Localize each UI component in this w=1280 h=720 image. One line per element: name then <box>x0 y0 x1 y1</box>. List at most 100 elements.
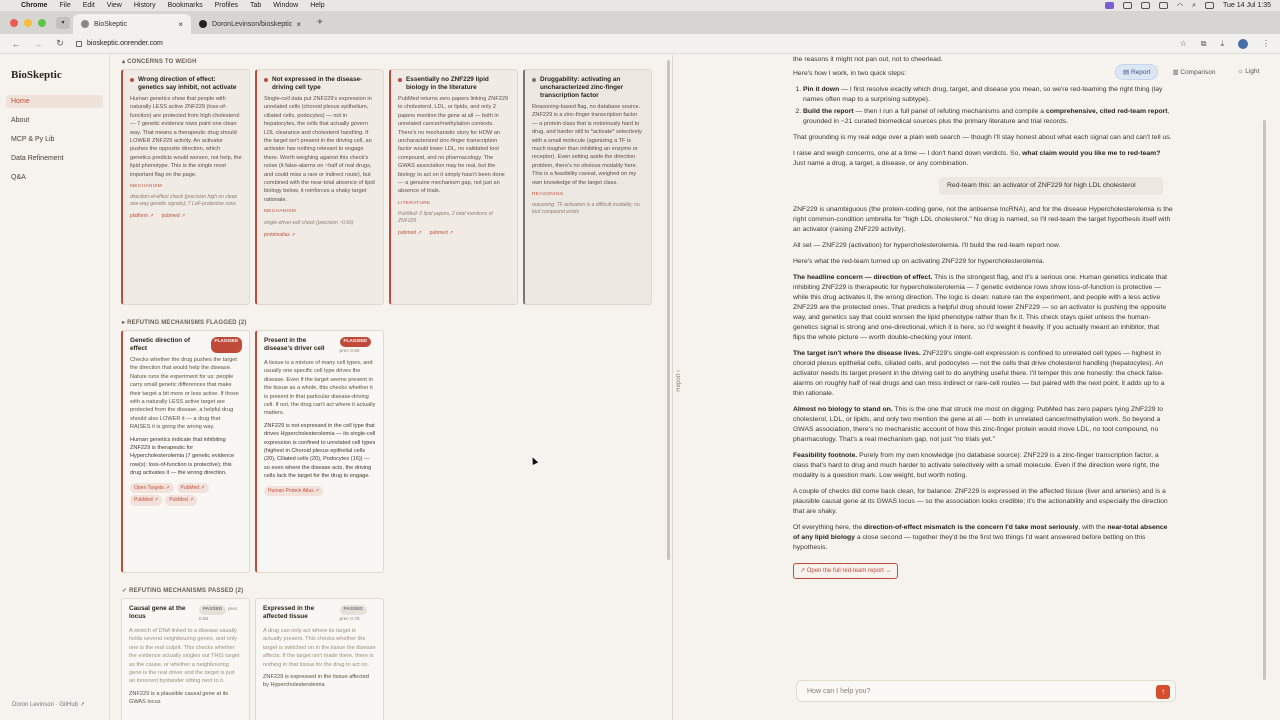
forward-icon[interactable]: → <box>32 39 44 49</box>
minimize-window-icon[interactable] <box>24 19 32 27</box>
card-body: Human genetics show that people with nat… <box>130 96 242 178</box>
audio-icon[interactable] <box>1158 2 1168 9</box>
menu-window[interactable]: Window <box>273 2 298 9</box>
card-tag: REASONING <box>532 192 564 198</box>
source-pill[interactable]: Human Protein Atlas ↗ <box>264 485 324 497</box>
menu-help[interactable]: Help <box>310 2 324 9</box>
card-title: Wrong direction of effect: genetics say … <box>138 76 237 91</box>
source-link[interactable]: pubmed ↗ <box>162 212 186 220</box>
report-panel: ▴ CONCERNS TO WEIGH Wrong direction of e… <box>115 55 665 720</box>
panel-divider[interactable] <box>672 55 673 720</box>
menu-profiles[interactable]: Profiles <box>215 2 238 9</box>
download-icon[interactable]: ⤓ <box>1220 39 1224 49</box>
sidebar-footer-link[interactable]: Doron Levinson · GitHub ↗ <box>12 701 85 708</box>
menubar-clock[interactable]: Tue 14 Jul 1:35 <box>1223 2 1271 9</box>
control-center-icon[interactable] <box>1205 2 1214 9</box>
menu-app-name[interactable]: Chrome <box>21 2 47 9</box>
sidebar-nav: Home About MCP & Py Lib Data Refinement … <box>0 95 109 184</box>
source-pill[interactable]: PubMed ↗ <box>176 482 209 494</box>
sidebar-item-mcp[interactable]: MCP & Py Lib <box>6 133 103 146</box>
step-text: — I first resolve exactly which drug, ta… <box>803 86 1163 103</box>
concern-card: Essentially no ZNF229 lipid biology in t… <box>389 69 518 305</box>
tab-github[interactable]: DoronLevinson/bioskeptic × <box>191 14 309 34</box>
comparison-view-button[interactable]: ▥ Comparison <box>1164 64 1223 80</box>
passed-heading[interactable]: ✓ REFUTING MECHANISMS PASSED (2) <box>122 587 665 594</box>
passed-badge: PASSED <box>339 605 367 615</box>
sidebar-item-qa[interactable]: Q&A <box>6 171 103 184</box>
flagged-heading[interactable]: ▸ REFUTING MECHANISMS FLAGGED (2) <box>122 319 665 326</box>
card-body: A tissue is a mixture of many cell types… <box>264 360 376 417</box>
chat-input[interactable]: How can I help you? ↑ <box>796 680 1176 702</box>
chat-text: I raise and weigh concerns, one at a tim… <box>793 149 1173 169</box>
severity-dot-icon <box>532 78 536 82</box>
source-link[interactable]: pubmed ↗ <box>398 229 422 237</box>
theme-toggle-button[interactable]: ☼ Light <box>1229 64 1267 80</box>
screen-record-icon[interactable] <box>1104 2 1114 9</box>
source-link[interactable]: platform ↗ <box>130 212 154 220</box>
tab-label: BioSkeptic <box>94 20 128 28</box>
display-icon[interactable] <box>1122 2 1132 9</box>
severity-dot-icon <box>398 78 402 82</box>
card-tag: MECHANISM <box>264 209 297 215</box>
card-body: Single-cell data put ZNF229's expression… <box>264 96 375 203</box>
tab-search-icon[interactable]: ▾ <box>56 17 70 29</box>
concerns-heading[interactable]: ▴ CONCERNS TO WEIGH <box>122 58 665 65</box>
chat-emphasis: direction-of-effect mismatch is the conc… <box>864 524 1079 531</box>
open-report-button[interactable]: ↗ Open the full red-team report → <box>793 563 899 579</box>
profile-avatar[interactable] <box>1238 38 1248 49</box>
menu-tab[interactable]: Tab <box>250 2 261 9</box>
menu-bookmarks[interactable]: Bookmarks <box>168 2 203 9</box>
wifi-icon[interactable]: ◠ <box>1177 2 1183 10</box>
source-pill[interactable]: PubMed ↗ <box>165 495 198 506</box>
tab-label: DoronLevinson/bioskeptic <box>212 20 293 28</box>
sidebar-item-data-refinement[interactable]: Data Refinement <box>6 152 103 165</box>
severity-dot-icon <box>130 78 134 82</box>
address-bar[interactable]: bioskeptic.onrender.com <box>76 40 163 47</box>
source-link[interactable]: pubmed ↗ <box>430 229 454 237</box>
close-tab-icon[interactable]: × <box>296 20 301 29</box>
tab-bioskeptic[interactable]: BioSkeptic × <box>73 14 191 34</box>
chat-text: Almost no biology to stand on. This is t… <box>793 405 1173 445</box>
menu-view[interactable]: View <box>107 2 122 9</box>
close-window-icon[interactable] <box>10 19 18 27</box>
step-title: Pin it down <box>803 86 840 93</box>
keyboard-icon[interactable] <box>1140 2 1150 9</box>
chat-scrollbar[interactable] <box>1263 120 1266 680</box>
step-title: Build the report <box>803 108 854 115</box>
menu-history[interactable]: History <box>134 2 156 9</box>
chat-span: Just name a drug, a target, a disease, o… <box>793 160 969 167</box>
report-scrollbar[interactable] <box>667 60 670 560</box>
step-item: Pin it down — I first resolve exactly wh… <box>803 85 1173 105</box>
report-toggle-tab[interactable]: Report ‹ <box>676 370 682 392</box>
bookmark-star-icon[interactable]: ☆ <box>1180 39 1187 48</box>
reload-icon[interactable]: ↻ <box>54 38 66 49</box>
more-menu-icon[interactable]: ⋮ <box>1262 39 1270 48</box>
close-tab-icon[interactable]: × <box>178 20 183 29</box>
step-emphasis: comprehensive, cited red-team report <box>1045 108 1168 115</box>
site-info-icon[interactable] <box>76 40 82 47</box>
severity-dot-icon <box>264 78 268 82</box>
maximize-window-icon[interactable] <box>38 19 46 27</box>
source-link[interactable]: proteinatlas ↗ <box>264 231 295 239</box>
concern-card: Not expressed in the disease-driving cel… <box>255 69 384 305</box>
source-pill[interactable]: PubMed ↗ <box>130 495 163 506</box>
card-body: A stretch of DNA linked to a disease usu… <box>129 628 240 685</box>
back-icon[interactable]: ← <box>10 39 22 49</box>
chat-text: A couple of checks did come back clean, … <box>793 488 1168 515</box>
menu-edit[interactable]: Edit <box>83 2 95 9</box>
search-spotlight-icon[interactable]: ⌕ <box>1192 2 1196 10</box>
source-pill[interactable]: Open Targets ↗ <box>130 482 174 494</box>
github-icon <box>199 20 207 28</box>
extensions-icon[interactable]: ⧉ <box>1201 39 1207 49</box>
chat-span: , with the <box>1078 524 1108 531</box>
send-arrow-icon[interactable]: ↑ <box>1156 685 1170 699</box>
app-logo[interactable]: BioSkeptic <box>11 69 109 81</box>
precision-value: prec 0.75 <box>339 617 360 622</box>
chat-span: This is the strongest flag, and it's a s… <box>793 274 1168 341</box>
chat-text: Feasibility footnote. Purely from my own… <box>793 451 1173 481</box>
sidebar-item-about[interactable]: About <box>6 114 103 127</box>
new-tab-icon[interactable]: + <box>317 17 323 28</box>
menu-file[interactable]: File <box>59 2 70 9</box>
chat-text: Here's what the red-team turned up on ac… <box>793 258 1045 265</box>
sidebar-item-home[interactable]: Home <box>6 95 103 108</box>
